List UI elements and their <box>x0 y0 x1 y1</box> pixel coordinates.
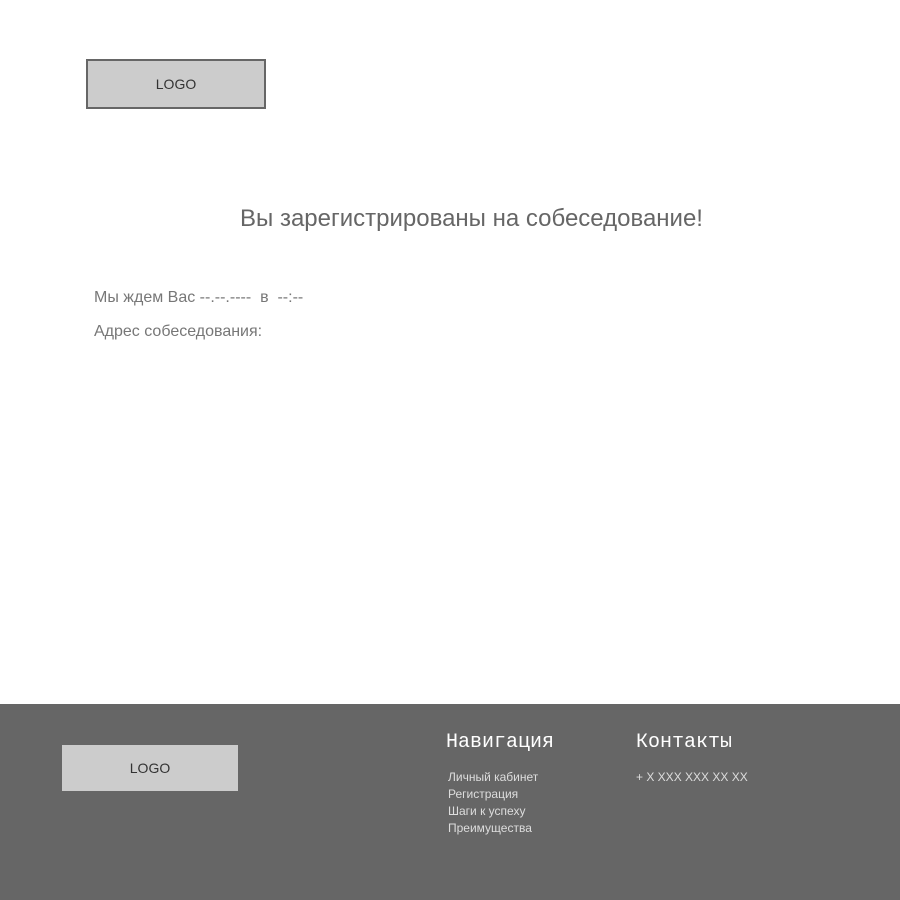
contact-phone[interactable]: + X XXX XXX XX XX <box>636 769 748 786</box>
footer-nav-link-registration[interactable]: Регистрация <box>448 786 538 803</box>
footer-nav-link-account[interactable]: Личный кабинет <box>448 769 538 786</box>
footer: LOGO Навигация Личный кабинет Регистраци… <box>0 704 900 900</box>
footer-logo[interactable]: LOGO <box>62 745 238 791</box>
header-logo-text: LOGO <box>155 76 197 92</box>
interview-date-line: Мы ждем Вас --.--.---- в --:-- <box>94 289 304 306</box>
footer-logo-text: LOGO <box>129 760 171 776</box>
interview-address-label: Адрес собеседования: <box>94 323 263 340</box>
page-title: Вы зарегистрированы на собеседование! <box>240 205 703 232</box>
footer-nav-link-advantages[interactable]: Преимущества <box>448 820 538 837</box>
footer-navigation-heading: Навигация <box>446 731 555 754</box>
footer-navigation-list: Личный кабинет Регистрация Шаги к успеху… <box>448 769 538 837</box>
header-logo[interactable]: LOGO <box>86 59 266 109</box>
footer-contacts-heading: Контакты <box>636 731 733 754</box>
footer-nav-link-steps[interactable]: Шаги к успеху <box>448 803 538 820</box>
